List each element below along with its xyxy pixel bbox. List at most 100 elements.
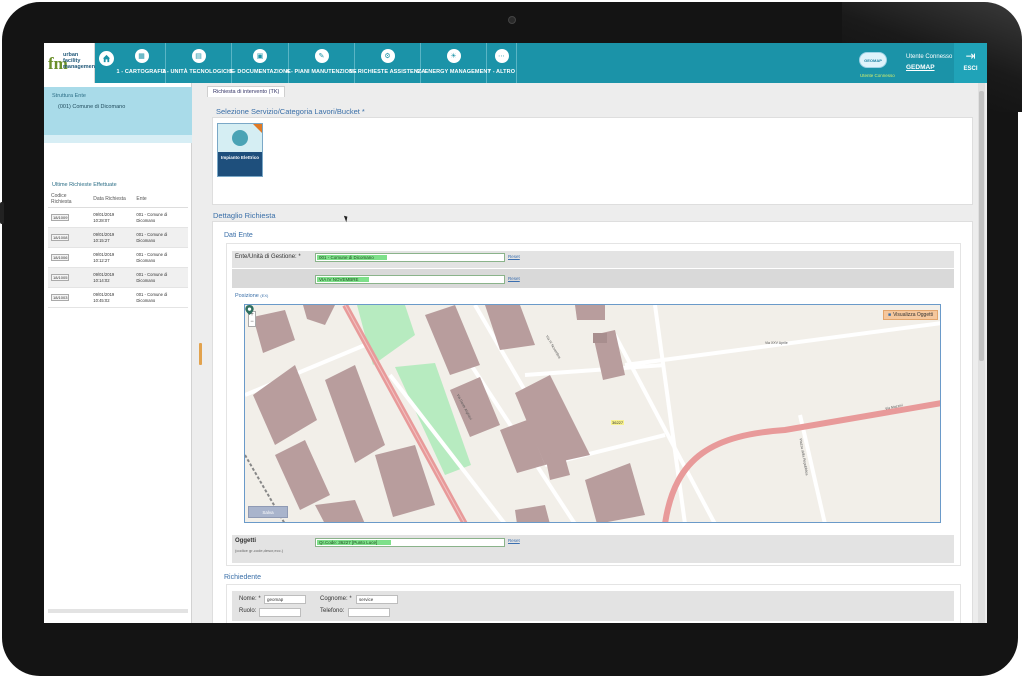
- structure-panel-footer: [44, 135, 192, 143]
- side-button: [0, 202, 4, 224]
- request-code[interactable]: 18/1009: [51, 214, 70, 221]
- logout-icon: ⇥: [965, 49, 976, 63]
- request-code[interactable]: 18/1006: [51, 254, 70, 261]
- request-date: 09/01/2019 10:45:02: [90, 287, 134, 308]
- zoom-out-button[interactable]: −: [249, 319, 255, 326]
- nav-cartografia[interactable]: ▦ 1 - CARTOGRAFIA: [117, 43, 166, 83]
- geomap-badge: GEOMAP: [859, 52, 887, 68]
- recent-requests-title: Ultime Richieste Effettuate: [52, 182, 117, 188]
- more-icon: ⋯: [494, 49, 509, 63]
- nav-richieste-assistenza[interactable]: ⚙ 5 - RICHIESTE ASSISTENZA: [350, 43, 425, 83]
- ente-label: Ente/Unità di Gestione: *: [235, 254, 301, 260]
- sidebar-scrollbar[interactable]: [48, 609, 188, 613]
- map-canvas[interactable]: [245, 305, 941, 523]
- electric-icon: [232, 130, 248, 146]
- app-logo[interactable]: fm urban facility management: [44, 43, 97, 83]
- structure-value[interactable]: (001) Comune di Dicomano: [58, 104, 125, 110]
- tablet-device: fm urban facility management ▦ 1 - CARTO…: [0, 0, 1024, 679]
- street-field[interactable]: VIA IV NOVEMBRE: [315, 275, 505, 284]
- oggetti-label: Oggetti: [235, 538, 256, 544]
- map-save-button[interactable]: Salva: [248, 506, 288, 518]
- request-ente: 001 - Comune di Dicomano: [133, 267, 188, 288]
- oggetti-reset-link[interactable]: Reset: [508, 538, 520, 543]
- request-ente: 001 - Comune di Dicomano: [133, 227, 188, 248]
- table-row[interactable]: 18/1008 09/01/2019 10:15:27 001 - Comune…: [48, 227, 188, 248]
- document-icon: ▣: [253, 49, 267, 63]
- column-header: Codice Richiesta: [48, 191, 91, 208]
- nav-energy-management[interactable]: ☀ 6 - ENERGY MANAGEMENT: [416, 43, 491, 83]
- street-label: Via XXV Aprile: [765, 341, 788, 345]
- main-scrollbar[interactable]: [978, 83, 985, 623]
- camera-icon: [508, 16, 516, 24]
- exit-button[interactable]: ⇥ ESCI: [954, 43, 987, 83]
- park-area: [357, 305, 415, 365]
- nav-piani-manutenzione[interactable]: ✎ 4 - PIANI MANUTENZIONE: [286, 43, 357, 83]
- cognome-field[interactable]: service: [356, 595, 398, 604]
- column-header: Ente: [133, 191, 188, 208]
- request-code[interactable]: 18/1003: [51, 294, 70, 301]
- tile-label: Impianto Elettrico: [218, 152, 262, 176]
- nav-unita-tecnologiche[interactable]: ▤ 2 - UNITÀ TECNOLOGICHE: [162, 43, 235, 83]
- service-tile-impianto-elettrico[interactable]: Impianto Elettrico: [217, 123, 263, 177]
- user-name-link[interactable]: GEDMAP: [906, 64, 935, 71]
- street-reset-link[interactable]: Reset: [508, 276, 520, 281]
- home-icon: [98, 51, 114, 66]
- request-ente: 001 - Comune di Dicomano: [133, 247, 188, 268]
- telefono-label: Telefono:: [320, 608, 345, 614]
- ente-field[interactable]: 001 - Comune di Dicomano: [315, 253, 505, 262]
- posizione-label: Posizione (EX): [235, 293, 269, 299]
- dati-ente-title: Dati Ente: [224, 232, 253, 239]
- detail-section-title: Dettaglio Richiesta: [213, 211, 276, 220]
- ruolo-label: Ruolo:: [239, 608, 257, 614]
- ente-reset-link[interactable]: Reset: [508, 254, 520, 259]
- request-ente: 001 - Comune di Dicomano: [133, 287, 188, 308]
- structure-title: Struttura Ente: [52, 93, 86, 99]
- ruolo-field[interactable]: [259, 608, 301, 617]
- home-button[interactable]: [95, 43, 117, 83]
- service-section-title: Selezione Servizio/Categoria Lavori/Buck…: [216, 107, 365, 116]
- telefono-field[interactable]: [348, 608, 390, 617]
- request-date: 09/01/2019 10:14:02: [90, 267, 134, 288]
- table-row[interactable]: 18/1003 09/01/2019 10:45:02 001 - Comune…: [48, 287, 188, 308]
- oggetti-hint: (codice gr-code,descr,ecc.): [235, 548, 284, 553]
- oggetti-field[interactable]: Qr.Code: 36227 [Punto Luce]: [315, 538, 505, 547]
- cognome-label: Cognome: *: [320, 596, 352, 602]
- nome-label: Nome: *: [239, 596, 261, 602]
- map-marker-icon[interactable]: [245, 305, 254, 315]
- table-row[interactable]: 18/1009 09/01/2019 10:28:07 001 - Comune…: [48, 207, 188, 228]
- request-code[interactable]: 18/1008: [51, 234, 70, 241]
- checkbox-icon: ■: [888, 312, 892, 318]
- marker-label: 36227: [611, 420, 625, 425]
- nome-field[interactable]: geomap: [264, 595, 306, 604]
- nav-documentazione[interactable]: ▣ 3 - DOCUMENTAZIONE: [229, 43, 291, 83]
- screen: fm urban facility management ▦ 1 - CARTO…: [44, 43, 987, 623]
- richiedente-title: Richiedente: [224, 574, 261, 581]
- visualizza-oggetti-toggle[interactable]: ■ Visualizza Oggetti: [883, 310, 938, 320]
- tab-richiesta-intervento[interactable]: Richiesta di intervento (TK): [207, 86, 286, 97]
- scroll-thumb[interactable]: [979, 91, 984, 361]
- user-role-label: Utente Connesso: [860, 73, 895, 78]
- left-sidebar: Struttura Ente (001) Comune di Dicomano …: [44, 83, 192, 623]
- selected-corner-icon: [253, 124, 262, 133]
- request-date: 09/01/2019 10:15:27: [90, 227, 134, 248]
- wrench-icon: ✎: [314, 49, 329, 63]
- structure-panel: Struttura Ente (001) Comune di Dicomano: [44, 87, 192, 135]
- map-icon: ▦: [134, 49, 149, 63]
- service-panel: [212, 117, 973, 205]
- logo-text: urban facility management: [63, 52, 97, 70]
- recent-requests-table: Codice Richiesta Data Richiesta Ente 18/…: [48, 191, 188, 308]
- request-date: 09/01/2019 10:28:07: [90, 207, 134, 228]
- support-icon: ⚙: [380, 49, 395, 63]
- column-header: Data Richiesta: [90, 191, 134, 208]
- position-map[interactable]: + − ■ Visualizza Oggetti 36227 Via XXV A…: [244, 304, 941, 523]
- table-row[interactable]: 18/1005 09/01/2019 10:14:02 001 - Comune…: [48, 267, 188, 288]
- building-icon: ▤: [191, 49, 206, 63]
- request-ente: 001 - Comune di Dicomano: [133, 207, 188, 228]
- user-connected-label: Utente Connesso: [906, 54, 953, 60]
- energy-icon: ☀: [446, 49, 461, 63]
- top-navigation-bar: fm urban facility management ▦ 1 - CARTO…: [44, 43, 987, 83]
- request-date: 09/01/2019 10:12:27: [90, 247, 134, 268]
- request-code[interactable]: 18/1005: [51, 274, 70, 281]
- nav-altro[interactable]: ⋯ 7 - ALTRO: [487, 43, 517, 83]
- table-row[interactable]: 18/1006 09/01/2019 10:12:27 001 - Comune…: [48, 247, 188, 268]
